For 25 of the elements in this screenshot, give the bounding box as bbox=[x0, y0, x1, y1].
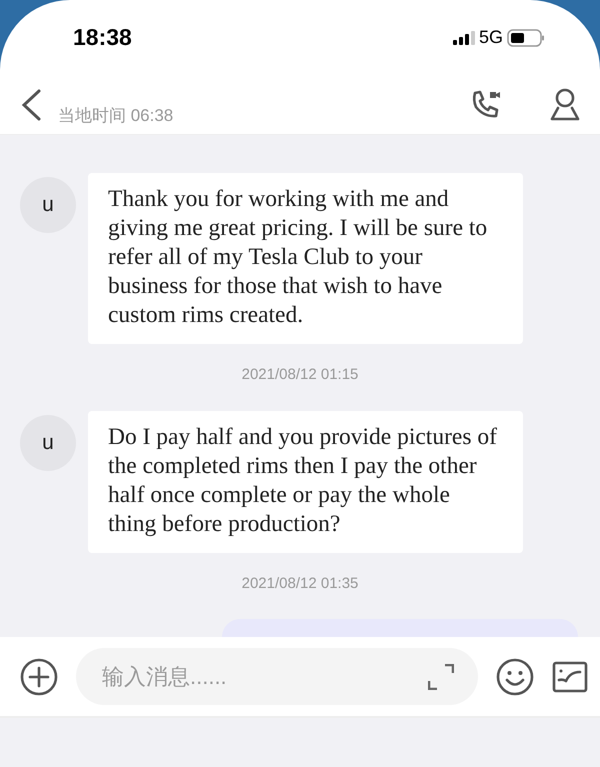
expand-icon bbox=[428, 664, 454, 690]
signal-icon bbox=[452, 30, 475, 44]
timestamp: 2021/08/12 01:15 bbox=[242, 366, 358, 383]
battery-icon bbox=[507, 28, 545, 46]
network-label: 5G bbox=[478, 26, 503, 49]
message-bubble: Do I pay half and you provide pictures of the completed rims then I pay the other half once complete or pay the whole thing before production? bbox=[88, 410, 523, 552]
clock-time: 18:38 bbox=[73, 23, 132, 52]
call-button[interactable] bbox=[470, 88, 502, 120]
profile-button[interactable] bbox=[550, 88, 580, 122]
smiley-icon bbox=[496, 658, 534, 696]
avatar[interactable]: u bbox=[20, 177, 76, 233]
person-icon bbox=[550, 88, 580, 122]
image-icon bbox=[552, 660, 588, 692]
timestamp: 2021/08/12 01:35 bbox=[242, 574, 358, 592]
back-button[interactable] bbox=[20, 88, 42, 122]
local-time: 当地时间 06:38 bbox=[58, 104, 174, 127]
message-bubble: Thank you for working with me and giving me great pricing. I will be sure to refer all of my Tesla Club to your business for those that wish to have custom rims created. bbox=[88, 173, 523, 344]
image-button[interactable] bbox=[552, 660, 588, 692]
add-button[interactable] bbox=[20, 658, 58, 696]
avatar[interactable]: u bbox=[20, 414, 76, 470]
back-icon bbox=[20, 88, 42, 122]
plus-icon bbox=[20, 658, 58, 696]
emoji-button[interactable] bbox=[496, 658, 534, 696]
phone-video-icon bbox=[470, 88, 502, 120]
message-input[interactable]: 输入消息...... bbox=[76, 648, 478, 705]
